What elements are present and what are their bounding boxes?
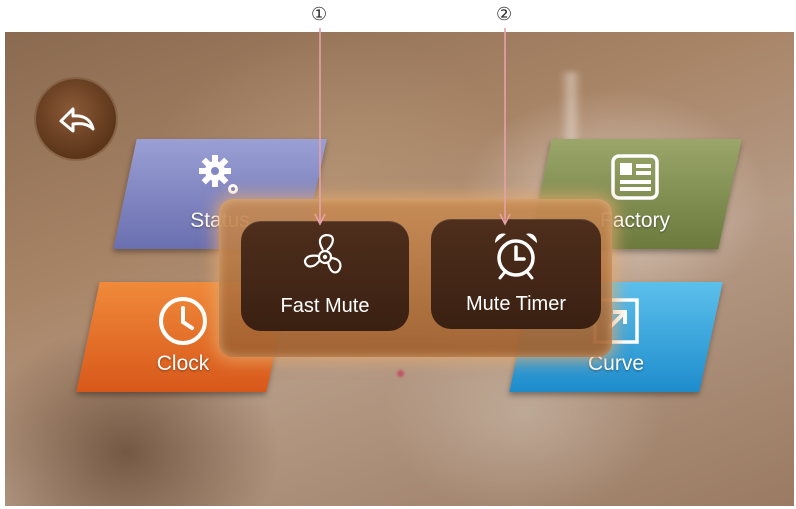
callout-2-label: ② [496,4,513,25]
callout-arrows [314,28,511,226]
callout-1-label: ① [311,4,328,25]
